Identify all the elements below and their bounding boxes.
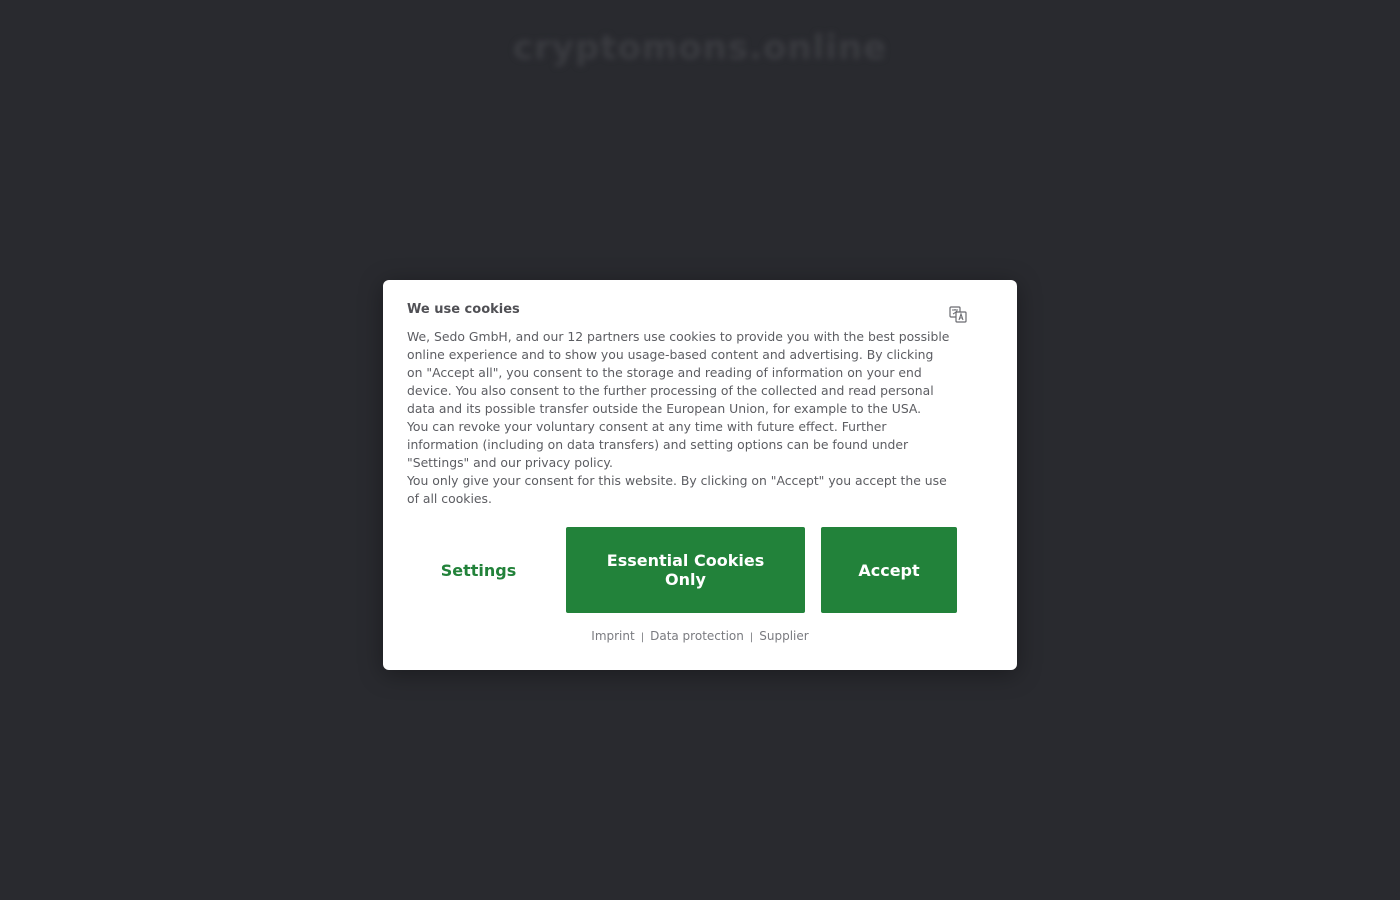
essential-cookies-button[interactable]: Essential Cookies Only <box>566 527 805 613</box>
consent-paragraph-3: You only give your consent for this webs… <box>407 473 947 506</box>
cookie-consent-dialog: We use cookies We, Sedo GmbH, and our 12… <box>383 280 1017 670</box>
page: cryptomons.online We use cookies We, Sed… <box>0 0 1400 900</box>
supplier-link[interactable]: Supplier <box>759 629 808 643</box>
consent-paragraph-2: You can revoke your voluntary consent at… <box>407 419 909 470</box>
consent-paragraph-1: We, Sedo GmbH, and our 12 partners use c… <box>407 329 950 416</box>
dialog-buttons: Settings Essential Cookies Only Accept <box>407 527 957 613</box>
link-separator: | <box>640 632 645 643</box>
accept-button[interactable]: Accept <box>821 527 957 613</box>
settings-button[interactable]: Settings <box>407 527 550 613</box>
dialog-header: We use cookies <box>407 302 993 324</box>
footer-links: Imprint | Data protection | Supplier <box>383 629 1017 643</box>
translate-icon[interactable] <box>949 306 967 324</box>
data-protection-link[interactable]: Data protection <box>650 629 744 643</box>
link-separator: | <box>749 632 754 643</box>
site-title: cryptomons.online <box>512 28 888 68</box>
imprint-link[interactable]: Imprint <box>591 629 634 643</box>
dialog-title: We use cookies <box>407 302 520 317</box>
dialog-body: We, Sedo GmbH, and our 12 partners use c… <box>407 328 952 508</box>
